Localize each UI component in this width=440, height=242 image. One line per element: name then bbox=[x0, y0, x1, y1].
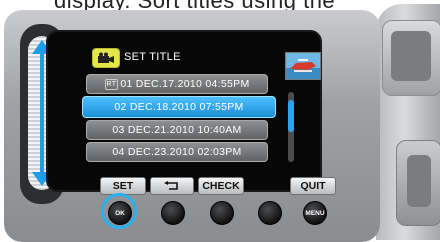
list-item-label: 01 DEC.17.2010 04:55PM bbox=[120, 78, 250, 90]
list-item-selected[interactable]: 02 DEC.18.2010 07:55PM bbox=[82, 96, 276, 118]
return-arrow-icon bbox=[164, 181, 178, 190]
preview-thumbnail bbox=[285, 52, 321, 80]
list-item[interactable]: 04 DEC.23.2010 02:03PM bbox=[86, 142, 268, 162]
title-tag: RT bbox=[104, 78, 119, 90]
list-item[interactable]: RT 01 DEC.17.2010 04:55PM bbox=[86, 74, 268, 94]
back-button[interactable] bbox=[150, 177, 194, 195]
quit-button[interactable]: QUIT bbox=[290, 177, 336, 195]
list-item-label: 04 DEC.23.2010 02:03PM bbox=[112, 146, 242, 158]
ok-button[interactable]: OK bbox=[108, 201, 132, 225]
video-camera-icon bbox=[92, 48, 120, 68]
page-title: SET TITLE bbox=[124, 51, 181, 63]
hinge-upper bbox=[382, 20, 440, 96]
hardware-button-3[interactable] bbox=[210, 201, 234, 225]
menu-button[interactable]: MENU bbox=[303, 201, 327, 225]
hinge-lower bbox=[396, 140, 440, 226]
hardware-button-2[interactable] bbox=[161, 201, 185, 225]
scrollbar[interactable] bbox=[288, 92, 294, 162]
list-item[interactable]: 03 DEC.21.2010 10:40AM bbox=[86, 120, 268, 140]
set-button[interactable]: SET bbox=[100, 177, 146, 195]
check-button[interactable]: CHECK bbox=[198, 177, 244, 195]
list-item-label: 02 DEC.18.2010 07:55PM bbox=[114, 101, 244, 113]
list-item-label: 03 DEC.21.2010 10:40AM bbox=[112, 124, 242, 136]
scrollbar-thumb[interactable] bbox=[288, 100, 294, 132]
hardware-button-4[interactable] bbox=[258, 201, 282, 225]
header-bar: SET TITLE bbox=[92, 48, 282, 68]
